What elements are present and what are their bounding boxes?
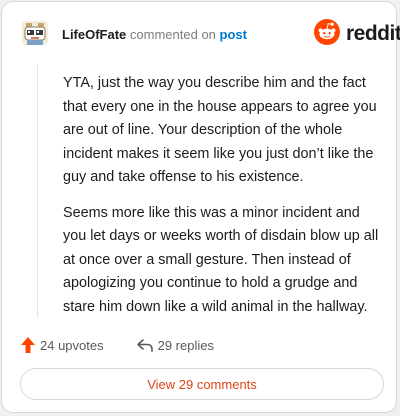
username[interactable]: LifeOfFate — [62, 27, 126, 42]
reddit-wordmark: reddit — [346, 22, 400, 45]
reply-arrow-icon — [136, 337, 154, 353]
comment-body: YTA, just the way you describe him and t… — [63, 72, 381, 331]
post-link[interactable]: post — [220, 27, 247, 42]
comment-actions: 24 upvotes 29 replies — [20, 335, 214, 355]
upvote-arrow-icon — [20, 336, 36, 354]
comment-paragraph: YTA, just the way you describe him and t… — [63, 75, 377, 185]
upvote-button[interactable]: 24 upvotes — [20, 336, 104, 354]
reddit-logo[interactable]: reddit — [314, 18, 400, 50]
view-comments-button[interactable]: View 29 comments — [20, 368, 384, 400]
reply-count: 29 replies — [157, 337, 214, 353]
snoo-avatar-icon[interactable] — [21, 19, 49, 47]
reddit-snoo-icon — [314, 18, 340, 50]
comment-card: LifeOfFate commented on post reddit YTA,… — [1, 1, 400, 413]
upvote-count: 24 upvotes — [40, 337, 104, 353]
comment-paragraph: Seems more like this was a minor inciden… — [63, 204, 379, 315]
commented-on-label: commented on — [129, 27, 216, 42]
replies-button[interactable]: 29 replies — [136, 337, 214, 353]
comment-header: LifeOfFate commented on post — [62, 27, 247, 42]
thread-line[interactable] — [37, 64, 38, 318]
